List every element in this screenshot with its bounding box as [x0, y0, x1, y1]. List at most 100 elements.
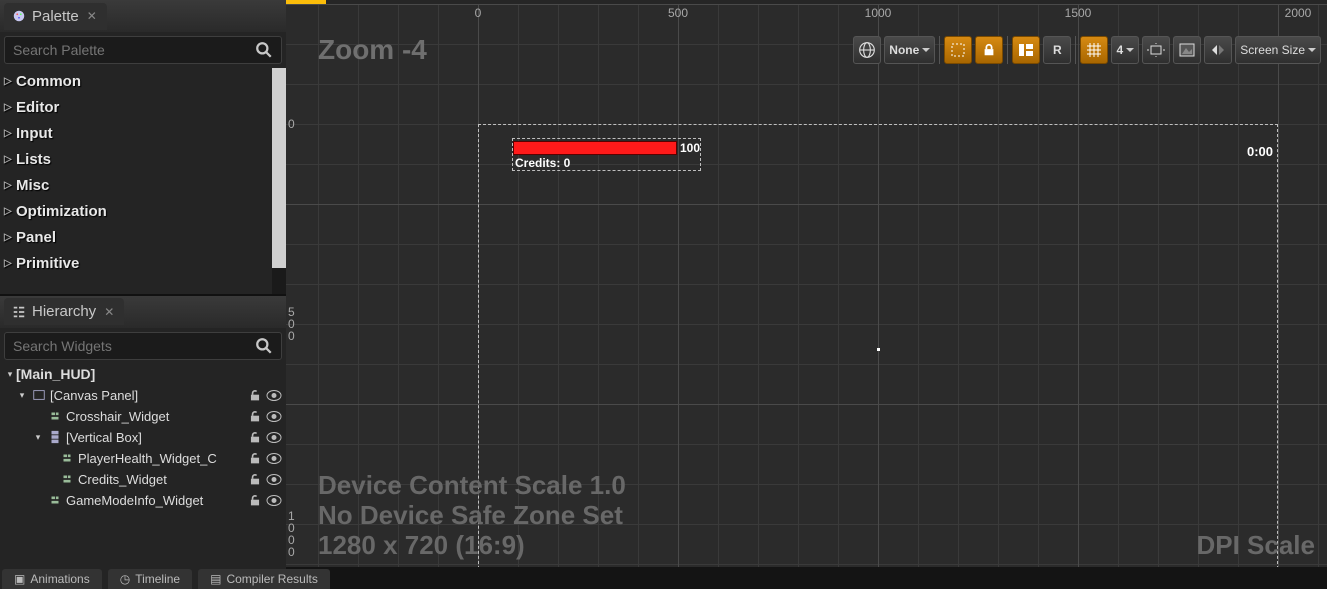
widget-icon	[47, 493, 63, 507]
hierarchy-tab-label: Hierarchy	[32, 303, 96, 320]
credits-widget[interactable]: Credits: 0	[513, 156, 700, 170]
palette-category[interactable]: ▷Input	[0, 120, 286, 146]
expand-icon[interactable]: ▾	[32, 432, 44, 443]
hierarchy-item[interactable]: PlayerHealth_Widget_C	[0, 448, 286, 469]
palette-category[interactable]: ▷Common	[0, 68, 286, 94]
visibility-icon[interactable]	[266, 473, 282, 486]
search-icon	[255, 41, 281, 59]
search-icon	[255, 337, 281, 355]
gamemode-timer[interactable]: 0:00	[1247, 144, 1273, 159]
tab-animations[interactable]: ▣Animations	[2, 569, 102, 589]
hierarchy-root[interactable]: ▾ [Main_HUD]	[0, 364, 286, 385]
lock-toggle[interactable]	[975, 36, 1003, 64]
dashed-rect-icon	[950, 42, 966, 58]
grid-snap-value[interactable]: 4	[1111, 36, 1139, 64]
close-icon[interactable]: ✕	[102, 305, 116, 319]
expand-icon[interactable]: ▾	[16, 390, 28, 401]
expand-icon[interactable]: ▷	[4, 154, 16, 165]
expand-icon[interactable]: ▾	[4, 369, 16, 380]
image-icon	[1179, 43, 1195, 57]
scrollbar[interactable]	[272, 68, 286, 294]
expand-icon[interactable]: ▷	[4, 206, 16, 217]
hierarchy-item[interactable]: Credits_Widget	[0, 469, 286, 490]
close-icon[interactable]: ✕	[85, 9, 99, 23]
widget-icon	[59, 472, 75, 486]
scrollbar-thumb[interactable]	[272, 68, 286, 268]
flip-button[interactable]	[1204, 36, 1232, 64]
unlock-icon[interactable]	[248, 452, 262, 465]
preview-image-button[interactable]	[1173, 36, 1201, 64]
viewport-info: Device Content Scale 1.0 No Device Safe …	[318, 471, 626, 561]
globe-icon	[858, 41, 876, 59]
localization-button[interactable]	[853, 36, 881, 64]
palette-category[interactable]: ▷Primitive	[0, 250, 286, 276]
palette-search-input[interactable]	[5, 42, 255, 58]
bottom-tab-bar: ▣Animations ◷Timeline ▤Compiler Results	[286, 567, 1327, 589]
localization-dropdown[interactable]: None	[884, 36, 935, 64]
hierarchy-search[interactable]	[4, 332, 282, 360]
layout-icon	[1018, 43, 1034, 57]
hierarchy-root-label: [Main_HUD]	[16, 366, 282, 382]
ruler-horizontal: 0500100015002000	[286, 4, 1327, 28]
zoom-label: Zoom -4	[318, 34, 427, 66]
player-health-widget[interactable]: 100	[513, 139, 700, 156]
hierarchy-tab[interactable]: Hierarchy ✕	[4, 298, 124, 325]
tab-timeline[interactable]: ◷Timeline	[108, 569, 192, 589]
unlock-icon[interactable]	[248, 494, 262, 507]
viewport-toolbar: None R 4 Screen Size	[853, 36, 1321, 64]
expand-icon[interactable]: ▷	[4, 128, 16, 139]
hierarchy-tree: ▾ [Main_HUD] ▾[Canvas Panel]Crosshair_Wi…	[0, 364, 286, 589]
visibility-icon[interactable]	[266, 452, 282, 465]
expand-icon[interactable]: ▷	[4, 258, 16, 269]
hierarchy-search-input[interactable]	[5, 338, 255, 354]
expand-icon[interactable]: ▷	[4, 180, 16, 191]
palette-search[interactable]	[4, 36, 282, 64]
visibility-icon[interactable]	[266, 410, 282, 423]
palette-tab[interactable]: Palette ✕	[4, 3, 107, 30]
visibility-icon[interactable]	[266, 389, 282, 402]
render-transform-button[interactable]: R	[1043, 36, 1071, 64]
vertical-box-widget[interactable]: 100 Credits: 0	[512, 138, 701, 171]
crosshair-widget[interactable]	[877, 348, 880, 351]
umg-viewport[interactable]: 0500100015002000 05001000 Zoom -4 None R…	[286, 4, 1327, 567]
resolution-button[interactable]	[1142, 36, 1170, 64]
palette-category[interactable]: ▷Lists	[0, 146, 286, 172]
palette-icon	[12, 9, 26, 23]
visibility-icon[interactable]	[266, 431, 282, 444]
expand-icon[interactable]: ▷	[4, 232, 16, 243]
palette-category[interactable]: ▷Misc	[0, 172, 286, 198]
unlock-icon[interactable]	[248, 431, 262, 444]
grid-snap-toggle[interactable]	[1080, 36, 1108, 64]
screen-size-dropdown[interactable]: Screen Size	[1235, 36, 1321, 64]
widget-icon	[47, 430, 63, 444]
unlock-icon[interactable]	[248, 473, 262, 486]
expand-icon[interactable]: ▷	[4, 102, 16, 113]
widget-icon	[59, 451, 75, 465]
layout-transform-button[interactable]	[1012, 36, 1040, 64]
hierarchy-item[interactable]: ▾[Canvas Panel]	[0, 385, 286, 406]
palette-tab-label: Palette	[32, 8, 79, 25]
expand-icon[interactable]: ▷	[4, 76, 16, 87]
palette-category[interactable]: ▷Optimization	[0, 198, 286, 224]
ruler-vertical: 05001000	[286, 4, 310, 567]
hierarchy-item[interactable]: Crosshair_Widget	[0, 406, 286, 427]
tab-compiler-results[interactable]: ▤Compiler Results	[198, 569, 330, 589]
grid-icon	[1087, 43, 1101, 57]
unlock-icon[interactable]	[248, 389, 262, 402]
lock-icon	[982, 43, 996, 57]
health-bar	[513, 141, 677, 155]
hierarchy-icon	[12, 305, 26, 319]
palette-category[interactable]: ▷Editor	[0, 94, 286, 120]
flip-icon	[1210, 43, 1226, 57]
health-value: 100	[680, 141, 700, 155]
palette-tab-bar: Palette ✕	[0, 0, 286, 32]
widget-icon	[31, 388, 47, 402]
hierarchy-item[interactable]: ▾[Vertical Box]	[0, 427, 286, 448]
visibility-icon[interactable]	[266, 494, 282, 507]
resolution-icon	[1147, 43, 1165, 57]
dpi-scale-label: DPI Scale	[1196, 530, 1315, 561]
unlock-icon[interactable]	[248, 410, 262, 423]
hierarchy-item[interactable]: GameModeInfo_Widget	[0, 490, 286, 511]
palette-category[interactable]: ▷Panel	[0, 224, 286, 250]
outline-toggle[interactable]	[944, 36, 972, 64]
